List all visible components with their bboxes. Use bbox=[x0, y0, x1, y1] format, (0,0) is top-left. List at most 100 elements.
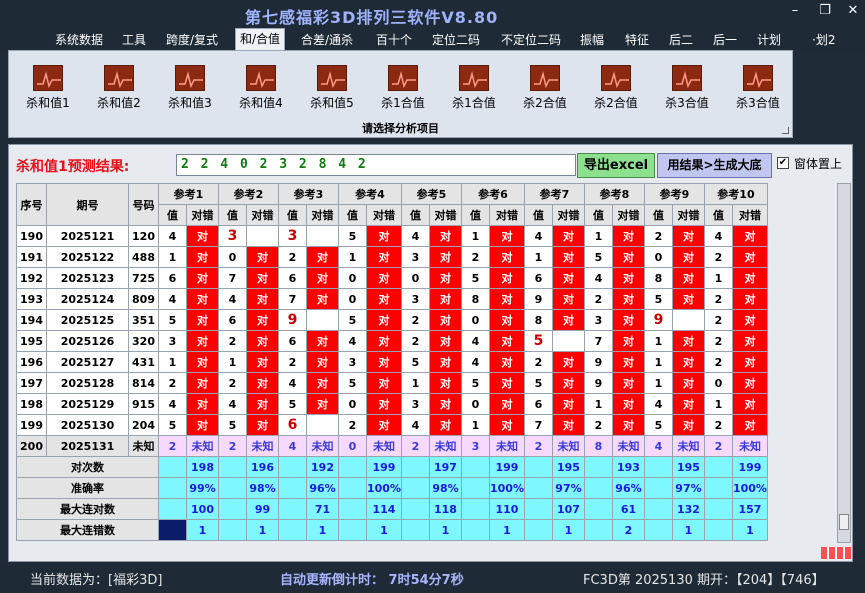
ribbon-expand-icon[interactable] bbox=[782, 127, 789, 134]
ribbon-button-1[interactable]: 杀和值1 bbox=[17, 65, 79, 115]
stats-spacer bbox=[400, 456, 430, 478]
ref-value: 2 bbox=[218, 330, 247, 352]
table-row[interactable]: 192 2025123 725 6 对 7 对 6 对 0 对 0 对 5 对 6 对 4 对 8 对 1 对 bbox=[16, 267, 768, 289]
ref-value: 1 bbox=[218, 351, 247, 373]
ref-value: 3 bbox=[460, 435, 490, 457]
menu-combo-diff[interactable]: 合差/通杀 bbox=[301, 31, 353, 48]
stats-value: 99% bbox=[186, 477, 219, 499]
menu-features[interactable]: 特征 bbox=[625, 31, 649, 48]
table-row[interactable]: 196 2025127 431 1 对 1 对 2 对 3 对 5 对 4 对 2 对 9 对 1 对 2 对 bbox=[16, 351, 768, 373]
pin-window-label: 窗体置上 bbox=[794, 157, 843, 171]
ref-result: 对 bbox=[428, 393, 462, 415]
ref-result: 对 bbox=[611, 351, 645, 373]
maximize-icon[interactable]: ❐ bbox=[815, 3, 835, 18]
table-row[interactable]: 193 2025124 809 4 对 4 对 7 对 0 对 3 对 8 对 9 对 2 对 5 对 2 对 bbox=[16, 288, 768, 310]
column-header-period: 期号 bbox=[46, 183, 129, 226]
pin-window-checkbox[interactable]: ✔ bbox=[777, 157, 789, 169]
ribbon-button-8[interactable]: 杀2合值 bbox=[514, 65, 576, 115]
ribbon-button-10[interactable]: 杀3合值 bbox=[656, 65, 718, 115]
menu-unfixed-two[interactable]: 不定位二码 bbox=[501, 31, 561, 48]
row-number: 814 bbox=[128, 372, 159, 394]
ref-value: 4 bbox=[523, 225, 553, 247]
ref-value: 4 bbox=[158, 393, 187, 415]
ribbon-button-4[interactable]: 杀和值4 bbox=[230, 65, 292, 115]
ref-value: 0 bbox=[643, 246, 673, 268]
menu-last-one[interactable]: 后一 bbox=[713, 31, 737, 48]
row-number: 431 bbox=[128, 351, 159, 373]
ref-value: 2 bbox=[158, 435, 187, 457]
table-row[interactable]: 195 2025126 320 3 对 2 对 6 对 4 对 2 对 4 对 5 7 对 1 对 2 对 bbox=[16, 330, 768, 352]
ref-result: 未知 bbox=[246, 435, 279, 457]
ribbon-button-11[interactable]: 杀3合值 bbox=[727, 65, 789, 115]
ref-result: 对 bbox=[186, 225, 219, 247]
ref-result: 对 bbox=[671, 330, 705, 352]
menu-amplitude[interactable]: 振幅 bbox=[580, 31, 604, 48]
column-header-seq: 序号 bbox=[16, 183, 47, 226]
menu-tools[interactable]: 工具 bbox=[122, 31, 146, 48]
ref-value: 4 bbox=[158, 288, 187, 310]
pending-row[interactable]: 200 2025131 未知 2 未知 2 未知 4 未知 0 未知 2 未知 3 未知 2 未知 8 未知 4 未知 2… bbox=[16, 435, 768, 457]
ref-value: 0 bbox=[400, 267, 430, 289]
ref-result: 对 bbox=[551, 372, 585, 394]
stats-label: 准确率 bbox=[16, 477, 159, 499]
minimize-icon[interactable]: – bbox=[785, 3, 805, 18]
vertical-scrollbar[interactable] bbox=[837, 183, 851, 543]
close-icon[interactable]: ✕ bbox=[843, 3, 863, 18]
ref-result: 对 bbox=[731, 246, 768, 268]
scrollbar-thumb[interactable] bbox=[839, 514, 849, 530]
stats-value: 1 bbox=[428, 519, 462, 541]
ribbon-button-2[interactable]: 杀和值2 bbox=[88, 65, 150, 115]
ref-result: 对 bbox=[488, 267, 525, 289]
menu-plan[interactable]: 计划 bbox=[757, 31, 781, 48]
update-countdown: 自动更新倒计时： 7时54分7秒 bbox=[280, 573, 464, 588]
ref-result: 对 bbox=[246, 246, 279, 268]
generate-base-button[interactable]: 用结果>生成大底 bbox=[657, 153, 772, 178]
ref-value: 4 bbox=[218, 393, 247, 415]
table-row[interactable]: 198 2025129 915 4 对 4 对 5 对 0 对 3 对 0 对 6 对 1 对 4 对 1 对 bbox=[16, 393, 768, 415]
stats-value: 1 bbox=[551, 519, 585, 541]
ribbon-button-7[interactable]: 杀1合值 bbox=[443, 65, 505, 115]
menu-digits[interactable]: 百十个 bbox=[376, 31, 412, 48]
ref-result: 对 bbox=[671, 225, 705, 247]
row-period: 2025127 bbox=[46, 351, 129, 373]
ref-value: 2 bbox=[218, 435, 247, 457]
ref-result: 对 bbox=[671, 246, 705, 268]
ref-value: 5 bbox=[523, 372, 553, 394]
ref-result: 对 bbox=[731, 414, 768, 436]
column-header-ref: 参考8 bbox=[583, 183, 645, 205]
row-period: 2025124 bbox=[46, 288, 129, 310]
ref-value: 1 bbox=[703, 267, 733, 289]
prediction-result-field[interactable]: 2 2 4 0 2 3 2 8 4 2 bbox=[176, 154, 576, 176]
stats-value: 132 bbox=[671, 498, 705, 520]
menu-plan-2[interactable]: ·划2 bbox=[812, 31, 835, 48]
column-header-ref: 参考2 bbox=[218, 183, 279, 205]
ref-result: 对 bbox=[488, 372, 525, 394]
table-row[interactable]: 194 2025125 351 5 对 6 对 9 5 对 2 对 0 对 8 对 3 对 9 2 对 bbox=[16, 309, 768, 331]
menu-sum-value[interactable]: 和/合值 bbox=[235, 28, 286, 50]
stats-value: 198 bbox=[186, 456, 219, 478]
menu-fixed-two[interactable]: 定位二码 bbox=[432, 31, 480, 48]
ribbon-button-6[interactable]: 杀1合值 bbox=[372, 65, 434, 115]
ribbon-button-5[interactable]: 杀和值5 bbox=[301, 65, 363, 115]
column-header-result: 对错 bbox=[246, 204, 279, 226]
table-row[interactable]: 191 2025122 488 1 对 0 对 2 对 1 对 3 对 2 对 1 对 5 对 0 对 2 对 bbox=[16, 246, 768, 268]
ribbon-button-9[interactable]: 杀2合值 bbox=[585, 65, 647, 115]
ref-result: 对 bbox=[731, 309, 768, 331]
menu-last-two[interactable]: 后二 bbox=[669, 31, 693, 48]
table-row[interactable]: 190 2025121 120 4 对 3 3 5 对 4 对 1 对 4 对 1 对 2 对 4 对 bbox=[16, 225, 768, 247]
table-row[interactable]: 197 2025128 814 2 对 2 对 4 对 5 对 1 对 5 对 5 对 9 对 1 对 0 对 bbox=[16, 372, 768, 394]
ref-result: 对 bbox=[611, 288, 645, 310]
ref-result: 对 bbox=[611, 267, 645, 289]
stats-spacer bbox=[278, 477, 307, 499]
table-row[interactable]: 199 2025130 204 5 对 5 对 6 2 对 4 对 1 对 7 对 2 对 5 对 2 对 bbox=[16, 414, 768, 436]
menu-system-data[interactable]: 系统数据 bbox=[55, 31, 103, 48]
ref-result: 对 bbox=[611, 414, 645, 436]
ref-value: 1 bbox=[643, 351, 673, 373]
ref-result: 对 bbox=[731, 330, 768, 352]
ref-result: 对 bbox=[366, 246, 402, 268]
ribbon-button-3[interactable]: 杀和值3 bbox=[159, 65, 221, 115]
export-excel-button[interactable]: 导出excel bbox=[577, 153, 655, 178]
ref-value: 1 bbox=[338, 246, 367, 268]
ref-value: 2 bbox=[523, 435, 553, 457]
menu-span[interactable]: 跨度/复式 bbox=[166, 31, 218, 48]
